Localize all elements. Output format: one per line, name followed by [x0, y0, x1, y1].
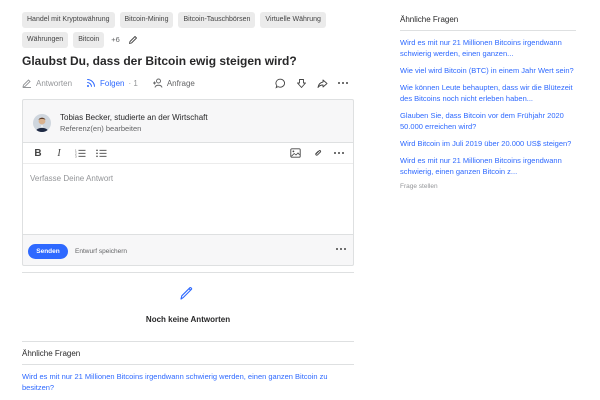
- follow-count: · 1: [128, 78, 138, 88]
- request-user-icon: [152, 78, 163, 88]
- answer-button[interactable]: Antworten: [22, 78, 72, 88]
- sidebar-question-link[interactable]: Wird es mit nur 21 Millionen Bitcoins ir…: [400, 37, 576, 59]
- svg-text:3: 3: [75, 154, 77, 158]
- question-icon-actions: [273, 76, 350, 90]
- composer-author: Tobias Becker, studierte an der Wirtscha…: [23, 100, 353, 138]
- answer-input[interactable]: Verfasse Deine Antwort: [23, 164, 353, 234]
- image-icon[interactable]: [289, 147, 301, 159]
- avatar: [33, 114, 51, 132]
- related-questions-title: Ähnliche Fragen: [22, 349, 354, 365]
- answer-label: Antworten: [36, 78, 73, 88]
- author-name: Tobias Becker, studierte an der Wirtscha…: [60, 112, 208, 122]
- sidebar-question-link[interactable]: Wie können Leute behaupten, dass wir die…: [400, 82, 576, 104]
- bullet-list-icon[interactable]: [95, 147, 107, 159]
- editor-more-icon[interactable]: [333, 147, 345, 159]
- empty-state-pencil-icon: [179, 285, 195, 306]
- question-title: Glaubst Du, dass der Bitcoin ewig steige…: [22, 54, 297, 68]
- sidebar-question-link[interactable]: Wird Bitcoin im Juli 2019 über 20.000 US…: [400, 138, 576, 149]
- related-questions-bottom: Ähnliche Fragen Wird es mit nur 21 Milli…: [22, 349, 354, 393]
- sidebar-question-link[interactable]: Wird es mit nur 21 Millionen Bitcoins ir…: [400, 155, 576, 177]
- footer-more-icon[interactable]: [335, 242, 347, 260]
- send-button[interactable]: Senden: [28, 243, 68, 259]
- topic-chip[interactable]: Virtuelle Währung: [260, 12, 326, 28]
- request-label: Anfrage: [166, 78, 195, 88]
- related-question-link[interactable]: Wird es mit nur 21 Millionen Bitcoins ir…: [22, 371, 354, 393]
- sidebar-related-questions: Ähnliche Fragen Wird es mit nur 21 Milli…: [400, 12, 576, 190]
- composer-footer: Senden Entwurf speichern: [28, 243, 347, 259]
- empty-answers-state: Noch keine Antworten: [22, 272, 354, 342]
- follow-label: Folgen: [100, 78, 125, 88]
- answer-composer: Tobias Becker, studierte an der Wirtscha…: [22, 99, 354, 266]
- topic-list: Handel mit Kryptowährung Bitcoin-Mining …: [22, 12, 354, 48]
- topic-chip[interactable]: Währungen: [22, 32, 69, 48]
- numbered-list-icon[interactable]: 123: [74, 147, 86, 159]
- edit-topics-pencil-icon[interactable]: [127, 32, 139, 48]
- question-main: Handel mit Kryptowährung Bitcoin-Mining …: [22, 12, 354, 266]
- editor-toolbar: B I 123: [23, 143, 353, 164]
- toolbar-right: [289, 147, 345, 159]
- edit-credentials-link[interactable]: Referenz(en) bearbeiten: [60, 124, 208, 134]
- topic-chip[interactable]: Bitcoin-Tauschbörsen: [178, 12, 256, 28]
- italic-button[interactable]: I: [53, 147, 65, 159]
- topic-chip[interactable]: Handel mit Kryptowährung: [22, 12, 115, 28]
- request-button[interactable]: Anfrage: [152, 78, 195, 88]
- topic-chip[interactable]: Bitcoin: [73, 32, 105, 48]
- sidebar-question-link[interactable]: Glauben Sie, dass Bitcoin vor dem Frühja…: [400, 110, 576, 132]
- answer-editor: B I 123 Verfasse Deine Antwort: [23, 142, 353, 235]
- answer-pencil-icon: [22, 79, 31, 88]
- topic-chip[interactable]: Bitcoin-Mining: [119, 12, 174, 28]
- follow-rss-icon: [87, 78, 96, 87]
- save-draft-button[interactable]: Entwurf speichern: [75, 248, 127, 255]
- comment-icon[interactable]: [273, 76, 287, 90]
- sidebar-title: Ähnliche Fragen: [400, 15, 576, 31]
- question-actions: Antworten Folgen · 1 Anfrage: [22, 74, 354, 92]
- sidebar-question-link[interactable]: Wie viel wird Bitcoin (BTC) in einem Jah…: [400, 65, 576, 76]
- bold-button[interactable]: B: [32, 147, 44, 159]
- no-answers-text: Noch keine Antworten: [145, 315, 231, 324]
- follow-button[interactable]: Folgen · 1: [86, 78, 138, 88]
- more-topics-link[interactable]: +6: [109, 32, 122, 48]
- link-icon[interactable]: [311, 147, 323, 159]
- ask-question-link[interactable]: Frage stellen: [400, 183, 576, 190]
- share-icon[interactable]: [315, 76, 329, 90]
- downvote-icon[interactable]: [294, 76, 308, 90]
- more-options-icon[interactable]: [336, 76, 350, 90]
